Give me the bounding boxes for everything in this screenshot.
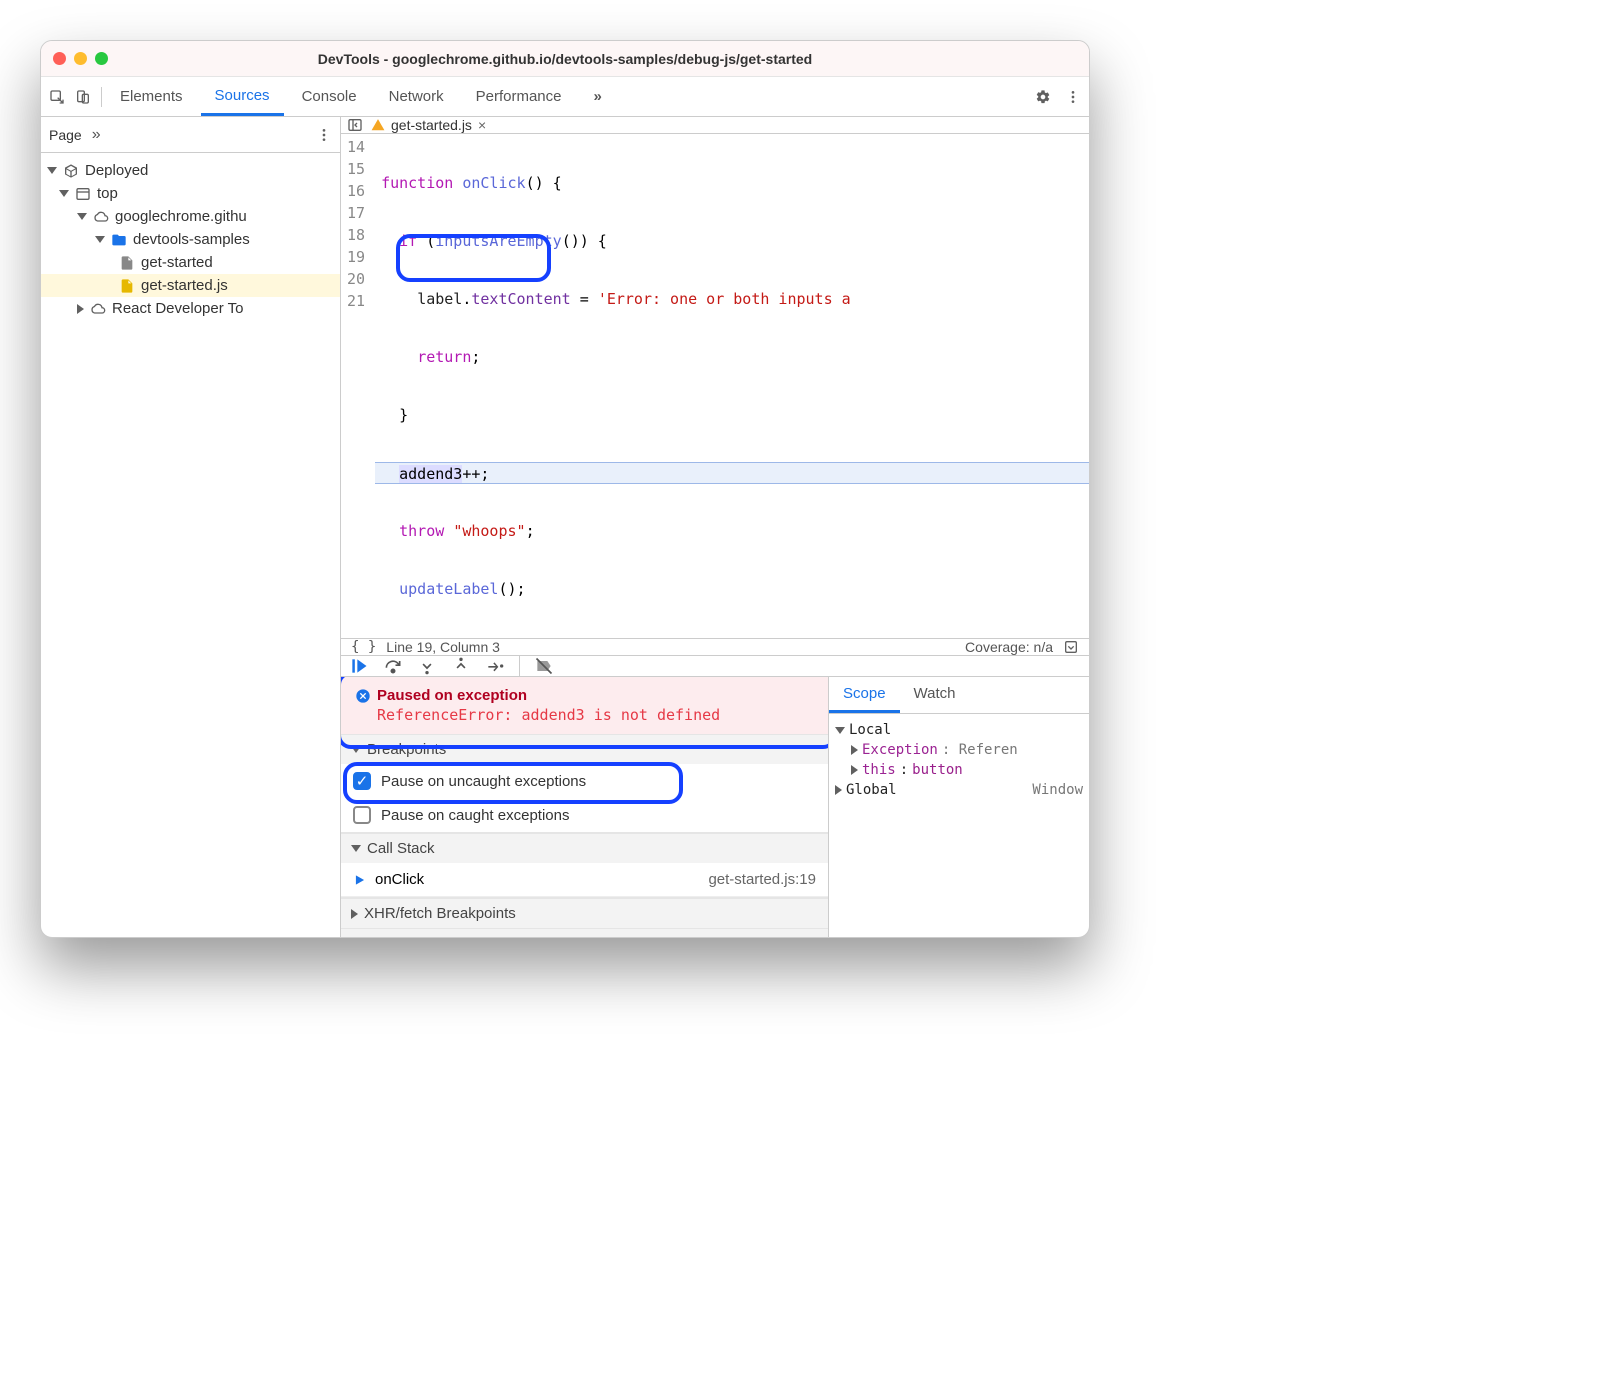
chevron-down-icon bbox=[59, 190, 69, 197]
xhr-breakpoints-header[interactable]: XHR/fetch Breakpoints bbox=[341, 898, 828, 928]
tree-label: Deployed bbox=[85, 162, 148, 179]
chevron-down-icon bbox=[835, 727, 845, 734]
cursor-position: Line 19, Column 3 bbox=[386, 639, 500, 655]
tree-node-deployed[interactable]: Deployed bbox=[41, 159, 340, 182]
step-over-button[interactable] bbox=[383, 656, 403, 676]
document-icon bbox=[119, 255, 135, 271]
stack-frame[interactable]: onClick get-started.js:19 bbox=[341, 863, 828, 897]
scope-exception[interactable]: Exception: Referen bbox=[833, 740, 1085, 760]
tree-label: devtools-samples bbox=[133, 231, 250, 248]
step-out-button[interactable] bbox=[451, 656, 471, 676]
window-titlebar: DevTools - googlechrome.github.io/devtoo… bbox=[41, 41, 1089, 77]
cloud-icon bbox=[93, 209, 109, 225]
kebab-menu-icon[interactable] bbox=[316, 127, 332, 143]
zoom-window-button[interactable] bbox=[95, 52, 108, 65]
scope-local[interactable]: Local bbox=[833, 720, 1085, 740]
line-numbers: 1415161718192021 bbox=[341, 134, 375, 638]
resume-button[interactable] bbox=[349, 656, 369, 676]
debugger-toolbar bbox=[341, 656, 1089, 677]
divider bbox=[519, 656, 520, 676]
toggle-navigator-icon[interactable] bbox=[347, 117, 363, 133]
tab-sources[interactable]: Sources bbox=[201, 77, 284, 116]
divider bbox=[101, 87, 102, 107]
navigator-tabs-overflow[interactable]: » bbox=[92, 126, 101, 144]
device-toolbar-icon[interactable] bbox=[75, 89, 91, 105]
cube-icon bbox=[63, 163, 79, 179]
warning-icon bbox=[371, 118, 385, 132]
tabs-overflow[interactable]: » bbox=[580, 77, 616, 116]
coverage-label: Coverage: n/a bbox=[965, 639, 1053, 655]
current-frame-icon bbox=[353, 873, 367, 887]
debugger-sidebar: Paused on exception ReferenceError: adde… bbox=[341, 677, 829, 937]
window-title: DevTools - googlechrome.github.io/devtoo… bbox=[318, 51, 812, 67]
dom-breakpoints-header[interactable]: DOM Breakpoints bbox=[341, 928, 828, 937]
devtools-window: DevTools - googlechrome.github.io/devtoo… bbox=[40, 40, 1090, 938]
chevron-down-icon bbox=[77, 213, 87, 220]
editor-panel: get-started.js × 1415161718192021 functi… bbox=[341, 117, 1089, 937]
main-panel-tabs: Elements Sources Console Network Perform… bbox=[41, 77, 1089, 117]
chevron-down-icon bbox=[95, 236, 105, 243]
tab-scope[interactable]: Scope bbox=[829, 677, 900, 713]
chevron-right-icon bbox=[77, 304, 84, 314]
close-tab-icon[interactable]: × bbox=[478, 117, 486, 133]
tree-node-react[interactable]: React Developer To bbox=[41, 297, 340, 320]
pretty-print-icon[interactable]: { } bbox=[351, 639, 376, 655]
stack-frame-location: get-started.js:19 bbox=[708, 871, 816, 888]
annotation-highlight bbox=[341, 677, 829, 749]
navigator-tab-page[interactable]: Page bbox=[49, 127, 82, 143]
tree-file-js[interactable]: get-started.js bbox=[41, 274, 340, 297]
chevron-right-icon bbox=[351, 909, 358, 919]
tree-label: get-started.js bbox=[141, 277, 228, 294]
cloud-icon bbox=[90, 301, 106, 317]
gear-icon[interactable] bbox=[1035, 89, 1051, 105]
tab-performance[interactable]: Performance bbox=[462, 77, 576, 116]
tree-label: googlechrome.githu bbox=[115, 208, 247, 225]
step-into-button[interactable] bbox=[417, 656, 437, 676]
folder-icon bbox=[111, 232, 127, 248]
scope-panel: Scope Watch Local Exception: Referen thi… bbox=[829, 677, 1089, 937]
navigator-panel: Page » Deployed top bbox=[41, 117, 341, 937]
chevron-right-icon bbox=[835, 785, 842, 795]
pause-caught-label: Pause on caught exceptions bbox=[381, 807, 569, 824]
deactivate-breakpoints-button[interactable] bbox=[534, 656, 554, 676]
annotation-highlight bbox=[396, 234, 551, 282]
close-window-button[interactable] bbox=[53, 52, 66, 65]
dropdown-icon[interactable] bbox=[1063, 639, 1079, 655]
document-icon bbox=[119, 278, 135, 294]
checkbox-unchecked-icon[interactable] bbox=[353, 806, 371, 824]
minimize-window-button[interactable] bbox=[74, 52, 87, 65]
chevron-down-icon bbox=[351, 845, 361, 852]
callstack-header[interactable]: Call Stack bbox=[341, 833, 828, 863]
chevron-right-icon bbox=[851, 745, 858, 755]
file-tree: Deployed top googlechrome.githu devtools… bbox=[41, 153, 340, 326]
stack-frame-name: onClick bbox=[375, 871, 424, 888]
annotation-highlight bbox=[343, 762, 683, 804]
tree-node-folder[interactable]: devtools-samples bbox=[41, 228, 340, 251]
chevron-down-icon bbox=[47, 167, 57, 174]
editor-status-bar: { } Line 19, Column 3 Coverage: n/a bbox=[341, 638, 1089, 656]
tab-network[interactable]: Network bbox=[375, 77, 458, 116]
tab-console[interactable]: Console bbox=[288, 77, 371, 116]
tab-watch[interactable]: Watch bbox=[900, 677, 970, 713]
tree-label: top bbox=[97, 185, 118, 202]
file-tab[interactable]: get-started.js × bbox=[371, 117, 486, 133]
inspect-icon[interactable] bbox=[49, 89, 65, 105]
code-content: function onClick() { if (inputsAreEmpty(… bbox=[375, 134, 1089, 638]
scope-this[interactable]: this: button bbox=[833, 760, 1085, 780]
scope-global[interactable]: GlobalWindow bbox=[833, 780, 1085, 800]
tree-label: React Developer To bbox=[112, 300, 243, 317]
step-button[interactable] bbox=[485, 656, 505, 676]
tree-file-html[interactable]: get-started bbox=[41, 251, 340, 274]
tree-node-top[interactable]: top bbox=[41, 182, 340, 205]
window-icon bbox=[75, 186, 91, 202]
tree-label: get-started bbox=[141, 254, 213, 271]
tree-node-origin[interactable]: googlechrome.githu bbox=[41, 205, 340, 228]
chevron-right-icon bbox=[851, 765, 858, 775]
code-editor[interactable]: 1415161718192021 function onClick() { if… bbox=[341, 134, 1089, 638]
tab-elements[interactable]: Elements bbox=[106, 77, 197, 116]
kebab-menu-icon[interactable] bbox=[1065, 89, 1081, 105]
file-tab-label: get-started.js bbox=[391, 117, 472, 133]
